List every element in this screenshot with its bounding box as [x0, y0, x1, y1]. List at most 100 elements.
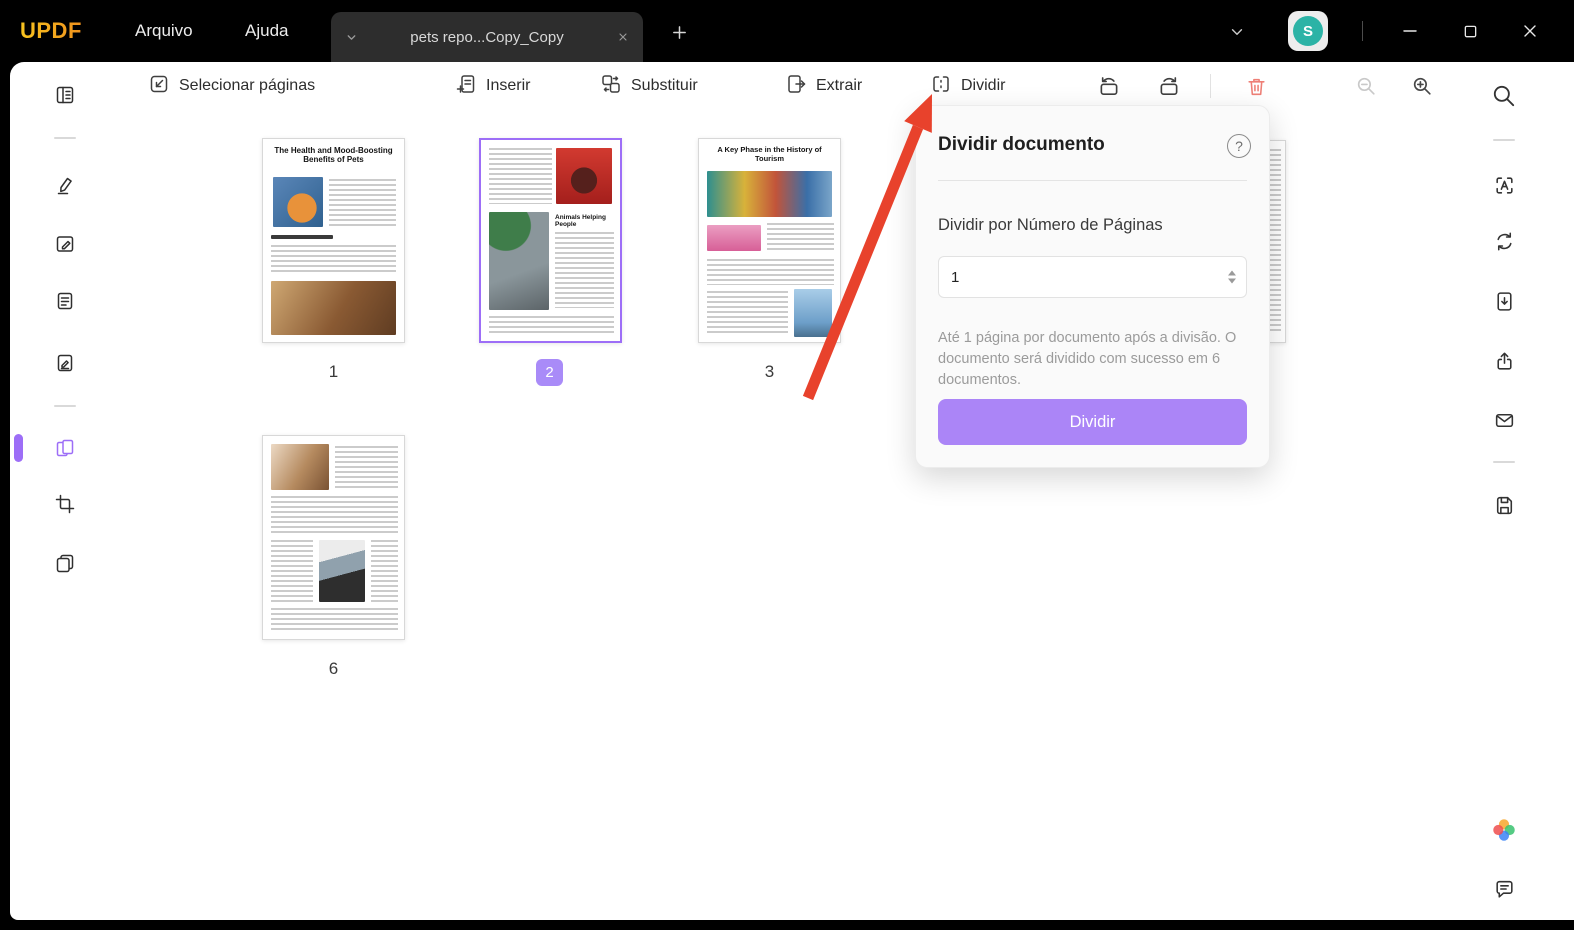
split-by-pages-label: Dividir por Número de Páginas [938, 216, 1163, 234]
page3-text [707, 291, 788, 335]
split-page-icon [930, 73, 952, 100]
insert-label: Inserir [486, 77, 531, 94]
page3-eiffel-photo [794, 289, 832, 337]
account-avatar[interactable]: S [1288, 11, 1328, 51]
titlebar-divider [1362, 21, 1363, 41]
menu-ajuda[interactable]: Ajuda [245, 0, 288, 62]
sidebar-divider [54, 137, 76, 139]
minimize-button[interactable] [1392, 16, 1428, 46]
sidebar-item-crop[interactable] [47, 486, 83, 522]
insert-button[interactable]: Inserir [455, 68, 530, 104]
page2-number-badge: 2 [536, 359, 563, 386]
split-panel-divider [938, 180, 1247, 181]
extract-button[interactable]: Extrair [785, 68, 862, 104]
page3-headline: A Key Phase in the History of Tourism [717, 145, 822, 163]
select-pages-button[interactable]: Selecionar páginas [148, 68, 315, 104]
compress-button[interactable] [1487, 284, 1521, 318]
page3-buildings-photo [707, 171, 832, 217]
page1-subhead [271, 235, 333, 239]
page2-text [489, 148, 552, 204]
main-panel: Selecionar páginas Inserir Substituir Ex… [10, 62, 1574, 920]
split-label: Dividir [961, 77, 1006, 94]
titlebar-chevron-down-icon[interactable] [1226, 21, 1248, 43]
page3-pink-car-photo [707, 225, 761, 251]
rotate-left-button[interactable] [1093, 70, 1125, 102]
page-thumbnail-3[interactable]: A Key Phase in the History of Tourism [698, 138, 841, 343]
page6-text [271, 608, 398, 632]
menu-arquivo[interactable]: Arquivo [135, 0, 193, 62]
page6-text [271, 540, 313, 602]
page6-text [335, 446, 398, 490]
page1-cat-photo [273, 177, 323, 227]
titlebar: UPDF Arquivo Ajuda pets repo...Copy_Copy… [0, 0, 1574, 62]
sidebar-item-edit-pdf[interactable] [47, 226, 83, 262]
select-pages-icon [148, 73, 170, 100]
page-thumbnail-6[interactable] [262, 435, 405, 640]
page6-text [371, 540, 398, 602]
sidebar-item-reader[interactable] [47, 77, 83, 113]
sidebar-item-forms[interactable] [47, 283, 83, 319]
split-helper-text: Até 1 página por documento após a divisã… [938, 330, 1237, 389]
page-thumbnail-2[interactable]: Animals Helping People [479, 138, 622, 343]
page2-cat-plant-photo [489, 212, 549, 310]
help-icon[interactable]: ? [1227, 134, 1251, 158]
close-window-button[interactable] [1512, 16, 1548, 46]
page2-text [489, 316, 614, 336]
replace-label: Substituir [631, 77, 698, 94]
page3-number: 3 [764, 362, 775, 381]
ocr-button[interactable] [1487, 168, 1521, 202]
sidebar-divider [54, 405, 76, 407]
updf-ai-icon[interactable] [1487, 813, 1521, 847]
insert-page-icon [455, 73, 477, 100]
right-rail-divider [1493, 461, 1515, 463]
document-tab[interactable]: pets repo...Copy_Copy [331, 12, 643, 62]
sidebar-item-annotate[interactable] [47, 167, 83, 203]
page3-text [707, 259, 834, 285]
page6-reading-photo [319, 540, 365, 602]
page1-number: 1 [328, 362, 339, 381]
toolbar-divider [1210, 74, 1211, 98]
save-button[interactable] [1487, 487, 1521, 521]
zoom-in-button[interactable] [1406, 70, 1438, 102]
page2-headline: Animals Helping People [555, 214, 606, 229]
feedback-button[interactable] [1487, 872, 1521, 906]
split-button[interactable]: Dividir [930, 68, 1005, 104]
replace-pages-icon [600, 73, 622, 100]
sidebar-item-sign[interactable] [47, 345, 83, 381]
page6-number: 6 [328, 659, 339, 678]
page1-text [271, 245, 396, 275]
page1-dog-photo [271, 281, 396, 335]
tab-close-icon[interactable] [615, 29, 631, 45]
zoom-out-button[interactable] [1350, 70, 1382, 102]
tab-chevron-down-icon[interactable] [343, 29, 359, 45]
pages-per-doc-input[interactable] [939, 257, 1246, 297]
page-thumbnail-1[interactable]: The Health and Mood-Boosting Benefits of… [262, 138, 405, 343]
page6-text [271, 496, 398, 534]
avatar-initial: S [1293, 16, 1323, 46]
share-button[interactable] [1487, 344, 1521, 378]
search-button[interactable] [1487, 79, 1521, 113]
stepper-down-icon[interactable] [1228, 278, 1236, 284]
page3-text [767, 223, 834, 253]
app-logo: UPDF [20, 0, 82, 62]
select-pages-label: Selecionar páginas [179, 77, 316, 94]
stepper-up-icon[interactable] [1228, 270, 1236, 276]
rotate-right-button[interactable] [1153, 70, 1185, 102]
extract-page-icon [785, 73, 807, 100]
email-button[interactable] [1487, 403, 1521, 437]
page2-text [555, 232, 614, 308]
delete-pages-button[interactable] [1240, 70, 1272, 102]
maximize-button[interactable] [1452, 16, 1488, 46]
new-tab-button[interactable] [666, 19, 692, 45]
sidebar-item-organize-pages[interactable] [47, 430, 83, 466]
page6-laptop-photo [271, 444, 329, 490]
pages-per-doc-field[interactable] [938, 256, 1247, 298]
extract-label: Extrair [816, 77, 863, 94]
split-document-panel: Dividir documento ? Dividir por Número d… [915, 105, 1270, 468]
right-rail-divider [1493, 139, 1515, 141]
replace-button[interactable]: Substituir [600, 68, 698, 104]
page2-reindeer-cat-photo [556, 148, 612, 204]
sidebar-item-copy-pages[interactable] [47, 545, 83, 581]
convert-button[interactable] [1487, 224, 1521, 258]
split-confirm-button[interactable]: Dividir [938, 399, 1247, 445]
